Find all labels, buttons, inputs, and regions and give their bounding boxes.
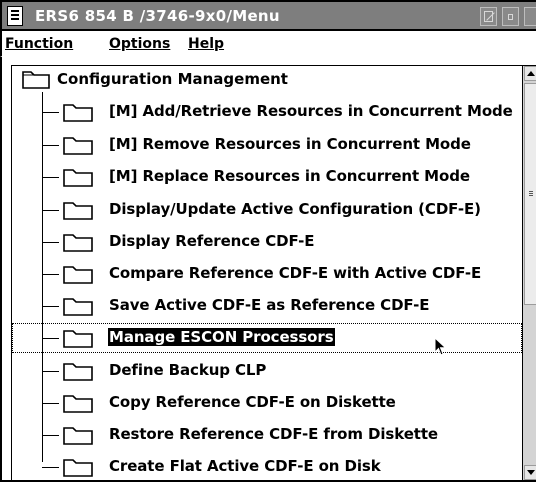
tree-item-compare[interactable]: Compare Reference CDF-E with Active CDF-…	[12, 259, 522, 289]
tree-item-label: Define Backup CLP	[109, 361, 267, 379]
folder-icon	[63, 427, 93, 445]
tree-item-replace[interactable]: [M] Replace Resources in Concurrent Mode	[12, 162, 522, 192]
tree-item-create-flat[interactable]: Create Flat Active CDF-E on Disk	[12, 452, 522, 480]
main-window: ERS6 854 B /3746-9x0/Menu Function Optio…	[0, 0, 536, 482]
tree-item-label: Display/Update Active Configuration (CDF…	[109, 200, 481, 218]
tree-item-remove[interactable]: [M] Remove Resources in Concurrent Mode	[12, 130, 522, 160]
folder-icon	[63, 298, 93, 316]
tree-item-label: Copy Reference CDF-E on Diskette	[109, 393, 396, 411]
tree-item-define-backup[interactable]: Define Backup CLP	[12, 356, 522, 386]
tree-item-add-retrieve[interactable]: [M] Add/Retrieve Resources in Concurrent…	[12, 97, 522, 127]
tree-item-label: Create Flat Active CDF-E on Disk	[109, 457, 381, 475]
menu-help[interactable]: Help	[188, 36, 224, 52]
tree-root-label: Configuration Management	[57, 70, 288, 88]
scroll-down-icon[interactable]	[524, 465, 536, 480]
folder-icon	[63, 363, 93, 381]
menu-function[interactable]: Function	[5, 36, 73, 52]
mouse-pointer-icon	[434, 336, 448, 357]
folder-icon	[63, 459, 93, 477]
menu-help-label: Help	[188, 36, 225, 52]
minimize-icon[interactable]	[480, 7, 497, 26]
tree-item-label: Restore Reference CDF-E from Diskette	[109, 425, 438, 443]
tree-item-label: [M] Remove Resources in Concurrent Mode	[109, 135, 471, 153]
tree-item-label: [M] Replace Resources in Concurrent Mode	[109, 167, 470, 185]
folder-icon	[63, 202, 93, 220]
tree-item-copy-reference[interactable]: Copy Reference CDF-E on Diskette	[12, 388, 522, 418]
folder-icon	[63, 395, 93, 413]
scrollbar-thumb[interactable]	[524, 83, 536, 305]
folder-icon	[63, 330, 93, 348]
system-menu-icon[interactable]	[7, 6, 23, 26]
menu-options-label: Options	[109, 36, 171, 52]
maximize-icon[interactable]	[502, 7, 519, 26]
folder-icon	[63, 137, 93, 155]
tree-root-node[interactable]: Configuration Management	[12, 66, 522, 96]
folder-icon	[63, 169, 93, 187]
title-bar[interactable]: ERS6 854 B /3746-9x0/Menu	[0, 0, 536, 31]
tree-item-label: Compare Reference CDF-E with Active CDF-…	[109, 264, 482, 282]
tree-item-label: Manage ESCON Processors	[108, 328, 335, 346]
tree-view[interactable]: Configuration Management [M] Add/Retriev…	[11, 65, 523, 481]
tree-item-restore-reference[interactable]: Restore Reference CDF-E from Diskette	[12, 420, 522, 450]
tree-item-label: Display Reference CDF-E	[109, 232, 315, 250]
folder-icon	[22, 71, 50, 89]
menu-function-label: Function	[5, 36, 74, 52]
folder-icon	[63, 234, 93, 252]
tree-item-save-active[interactable]: Save Active CDF-E as Reference CDF-E	[12, 291, 522, 321]
menu-bar: Function Options Help	[0, 31, 536, 57]
tree-item-label: Save Active CDF-E as Reference CDF-E	[109, 296, 430, 314]
folder-icon	[63, 266, 93, 284]
close-icon[interactable]	[524, 7, 536, 26]
content-area: Configuration Management [M] Add/Retriev…	[0, 57, 536, 482]
vertical-scrollbar[interactable]	[523, 65, 536, 481]
menu-options[interactable]: Options	[109, 36, 170, 52]
folder-icon	[63, 104, 93, 122]
window-title: ERS6 854 B /3746-9x0/Menu	[35, 7, 280, 25]
tree-item-display-update-active[interactable]: Display/Update Active Configuration (CDF…	[12, 195, 522, 225]
tree-item-display-reference[interactable]: Display Reference CDF-E	[12, 227, 522, 257]
tree-item-label: [M] Add/Retrieve Resources in Concurrent…	[109, 102, 513, 120]
scroll-up-icon[interactable]	[524, 66, 536, 81]
